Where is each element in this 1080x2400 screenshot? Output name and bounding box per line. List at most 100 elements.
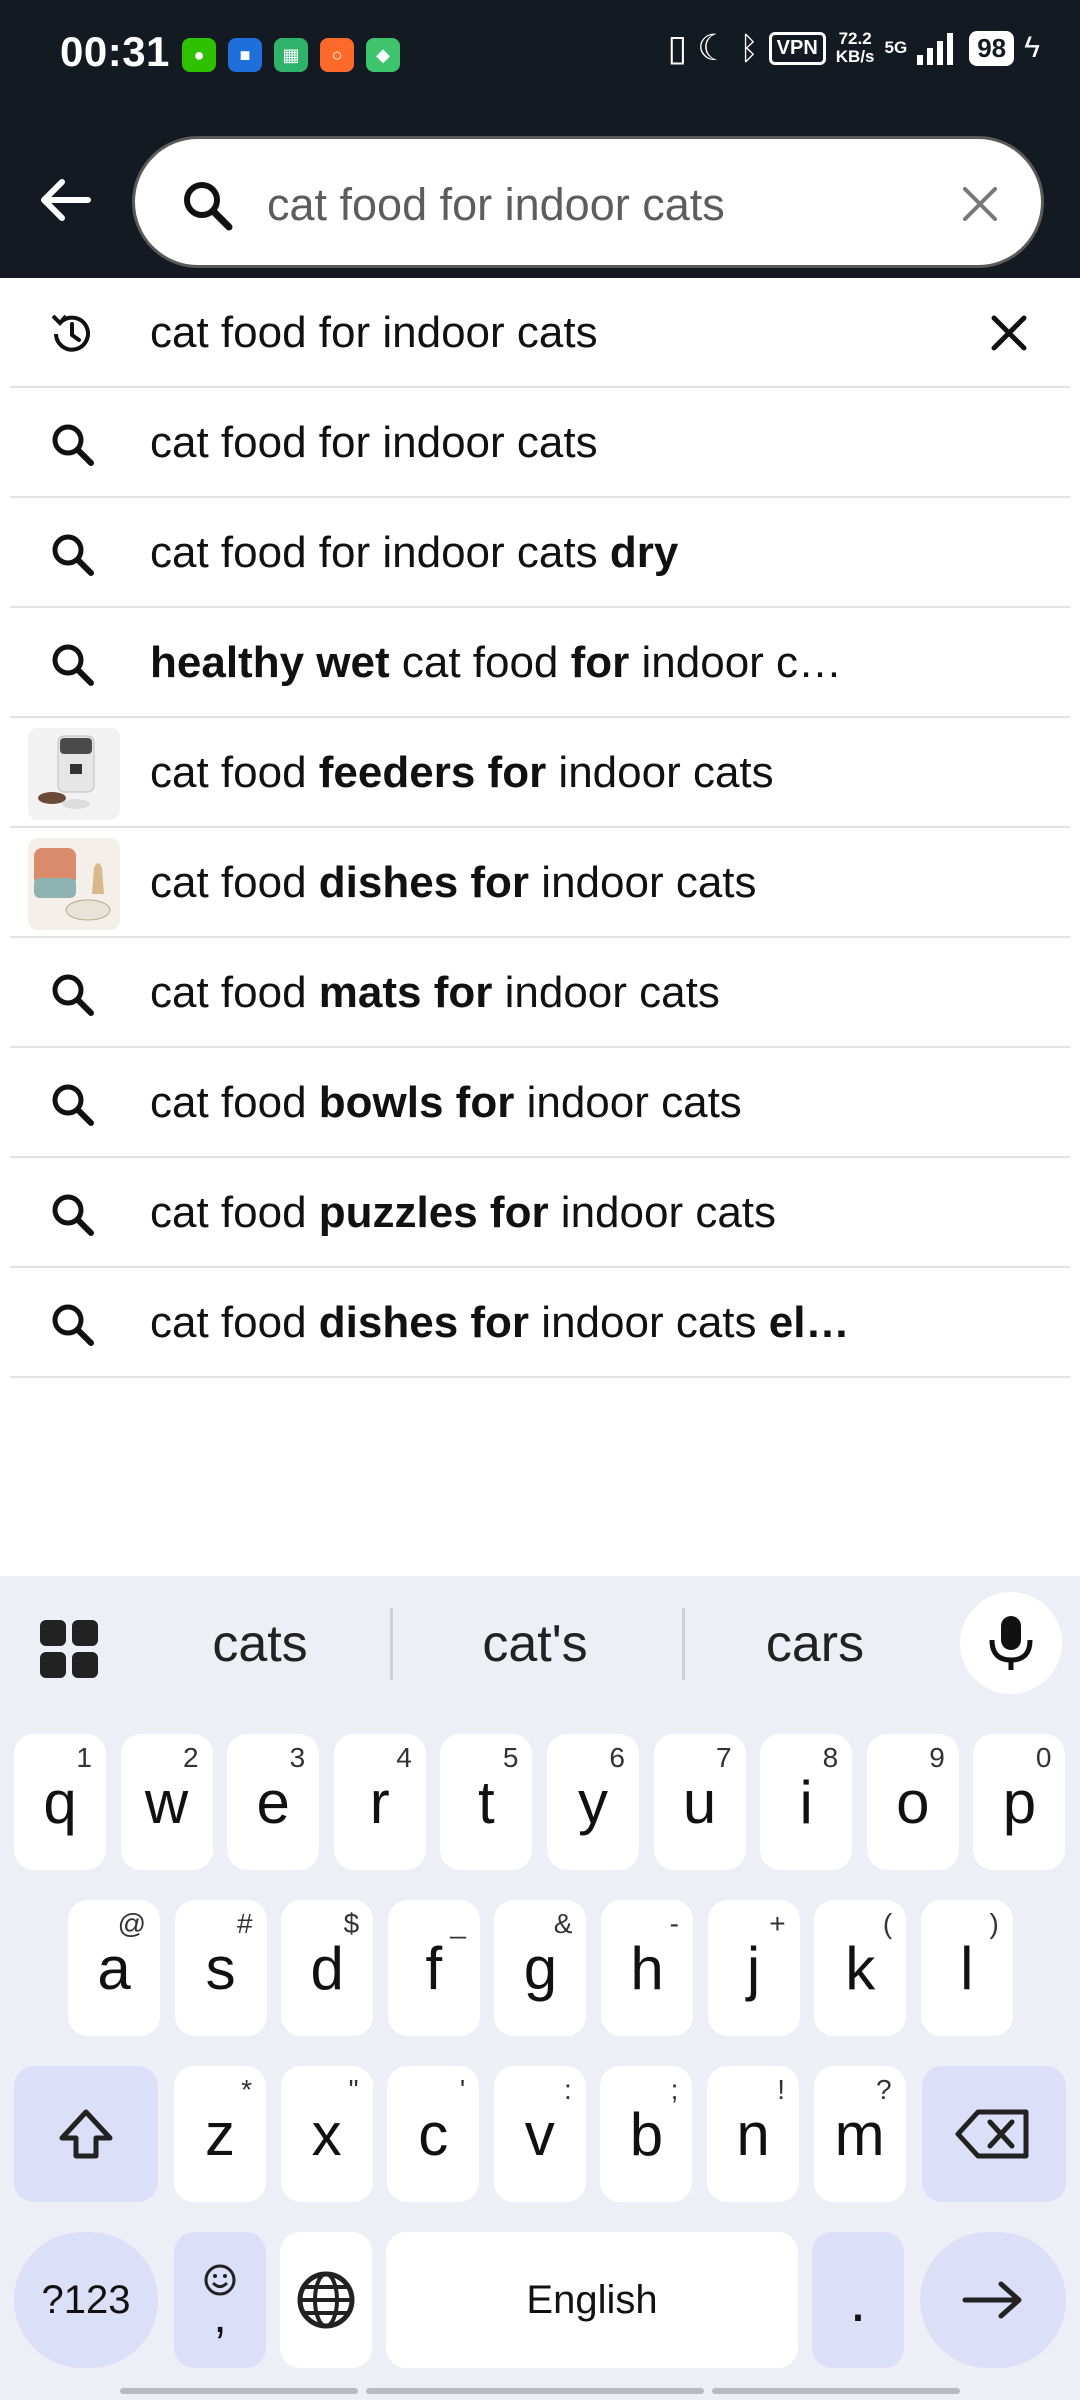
key-label: o bbox=[896, 1768, 930, 1836]
vibrate-icon: ▯ bbox=[667, 27, 688, 68]
key-secondary-label: 9 bbox=[929, 1742, 945, 1773]
key-secondary-label: ' bbox=[459, 2074, 466, 2105]
key-c[interactable]: c ' bbox=[387, 2066, 480, 2202]
enter-key[interactable] bbox=[920, 2232, 1066, 2368]
key-secondary-label: ) bbox=[989, 1908, 999, 1939]
keyboard-suggestion[interactable]: cats bbox=[140, 1576, 380, 1712]
search-icon bbox=[52, 644, 94, 686]
suggestion-text: cat food for indoor cats bbox=[150, 388, 598, 498]
globe-icon bbox=[297, 2271, 355, 2329]
key-label: r bbox=[369, 1768, 390, 1836]
suggestion-row[interactable]: healthy wet cat food for indoor c… bbox=[10, 608, 1070, 718]
suggestion-text: cat food for indoor cats dry bbox=[150, 498, 678, 608]
keyboard-suggestion-strip: cats cat's cars bbox=[0, 1576, 1080, 1712]
suggestion-row[interactable]: cat food for indoor cats dry bbox=[10, 498, 1070, 608]
microphone-button[interactable] bbox=[960, 1592, 1062, 1694]
key-secondary-label: 0 bbox=[1035, 1742, 1052, 1773]
dish-thumbnail bbox=[28, 838, 120, 930]
suggestion-highlight: dishes for bbox=[318, 1298, 530, 1347]
key-label: g bbox=[523, 1934, 558, 2002]
suggestion-row[interactable]: cat food mats for indoor cats bbox=[10, 938, 1070, 1048]
backspace-key[interactable] bbox=[922, 2066, 1066, 2202]
period-key[interactable]: . bbox=[812, 2232, 904, 2368]
key-b[interactable]: b; bbox=[600, 2066, 693, 2202]
key-t[interactable]: t5 bbox=[440, 1734, 533, 1870]
key-n[interactable]: n! bbox=[707, 2066, 799, 2202]
language-key[interactable] bbox=[280, 2232, 372, 2368]
key-q[interactable]: q1 bbox=[14, 1734, 106, 1870]
speed-unit: KB/s bbox=[835, 47, 875, 66]
suggestion-part: cat food bbox=[150, 748, 319, 797]
key-w[interactable]: w2 bbox=[120, 1734, 213, 1870]
key-label: . bbox=[849, 2266, 867, 2334]
key-label: s bbox=[205, 1934, 236, 2002]
comma-key[interactable]: , bbox=[174, 2232, 266, 2368]
key-secondary-label: + bbox=[769, 1908, 786, 1939]
suggestion-row[interactable]: cat food feeders for indoor cats bbox=[10, 718, 1070, 828]
microphone-icon bbox=[989, 1616, 1033, 1670]
back-arrow-icon[interactable] bbox=[36, 170, 96, 230]
key-o[interactable]: o9 bbox=[866, 1734, 959, 1870]
notification-icons: ● ■ ▦ ○ ◆ bbox=[182, 38, 400, 72]
suggestion-part: cat food bbox=[150, 1078, 319, 1127]
cat-app-icon: ■ bbox=[228, 38, 262, 72]
key-secondary-label: 3 bbox=[289, 1742, 306, 1773]
key-label: c bbox=[418, 2100, 449, 2168]
symbols-key[interactable]: ?123 bbox=[14, 2232, 158, 2368]
enter-arrow-icon bbox=[962, 2281, 1022, 2319]
clear-icon[interactable] bbox=[955, 179, 1005, 229]
key-h[interactable]: h- bbox=[601, 1900, 693, 2036]
suggestion-text: cat food for indoor cats bbox=[150, 278, 598, 388]
shift-key[interactable] bbox=[14, 2066, 158, 2202]
key-i[interactable]: i8 bbox=[760, 1734, 853, 1870]
suggestion-part: indoor c… bbox=[629, 638, 843, 687]
suggestion-highlight: feeders for bbox=[318, 748, 547, 797]
feeder-thumbnail bbox=[28, 728, 120, 820]
suggestion-row[interactable]: cat food bowls for indoor cats bbox=[10, 1048, 1070, 1158]
key-f[interactable]: f _ bbox=[387, 1900, 480, 2036]
key-x[interactable]: x " bbox=[280, 2066, 373, 2202]
suggestion-row[interactable]: cat food for indoor cats bbox=[10, 388, 1070, 498]
search-input[interactable]: cat food for indoor cats bbox=[267, 139, 725, 271]
key-j[interactable]: j + bbox=[707, 1900, 800, 2036]
suggestion-highlight: dishes for bbox=[318, 858, 530, 907]
key-label: d bbox=[310, 1934, 344, 2002]
key-secondary-label: ? bbox=[876, 2074, 892, 2105]
key-z[interactable]: z * bbox=[174, 2066, 266, 2202]
key-label: w bbox=[144, 1768, 189, 1836]
key-label: u bbox=[682, 1768, 717, 1836]
key-a[interactable]: a @ bbox=[68, 1900, 160, 2036]
keyboard-suggestion[interactable]: cat's bbox=[400, 1576, 670, 1712]
suggestion-text: cat food mats for indoor cats bbox=[150, 938, 720, 1048]
grid-icon[interactable] bbox=[38, 1618, 100, 1680]
key-secondary-label: ! bbox=[777, 2074, 785, 2105]
suggestion-row[interactable]: cat food for indoor cats bbox=[10, 278, 1070, 388]
suggestion-part: cat food bbox=[150, 1188, 319, 1237]
key-y[interactable]: y6 bbox=[547, 1734, 639, 1870]
key-u[interactable]: u7 bbox=[653, 1734, 746, 1870]
key-secondary-label: 5 bbox=[502, 1742, 519, 1773]
comma-label: , bbox=[213, 2290, 227, 2343]
keyboard-suggestion[interactable]: cars bbox=[690, 1576, 940, 1712]
suggestion-part: indoor cats bbox=[492, 968, 720, 1017]
suggestion-highlight: healthy wet bbox=[150, 638, 390, 687]
key-e[interactable]: e3 bbox=[227, 1734, 320, 1870]
key-s[interactable]: s # bbox=[174, 1900, 267, 2036]
key-secondary-label: # bbox=[237, 1908, 253, 1939]
space-key[interactable]: English bbox=[386, 2232, 798, 2368]
key-g[interactable]: g & bbox=[494, 1900, 587, 2036]
suggestion-row[interactable]: cat food puzzles for indoor cats bbox=[10, 1158, 1070, 1268]
key-m[interactable]: m? bbox=[813, 2066, 906, 2202]
key-r[interactable]: r4 bbox=[333, 1734, 426, 1870]
key-v[interactable]: v: bbox=[493, 2066, 586, 2202]
key-p[interactable]: p0 bbox=[973, 1734, 1066, 1870]
suggestion-row[interactable]: cat food dishes for indoor cats bbox=[10, 828, 1070, 938]
status-time: 00:31 bbox=[60, 28, 170, 75]
suggestion-row[interactable]: cat food dishes for indoor cats el… bbox=[10, 1268, 1070, 1378]
close-icon[interactable] bbox=[984, 308, 1034, 358]
key-k[interactable]: k( bbox=[814, 1900, 907, 2036]
suggestion-highlight: mats for bbox=[318, 968, 493, 1017]
key-l[interactable]: l) bbox=[920, 1900, 1013, 2036]
key-d[interactable]: d $ bbox=[281, 1900, 374, 2036]
search-bar[interactable]: cat food for indoor cats bbox=[132, 136, 1044, 268]
